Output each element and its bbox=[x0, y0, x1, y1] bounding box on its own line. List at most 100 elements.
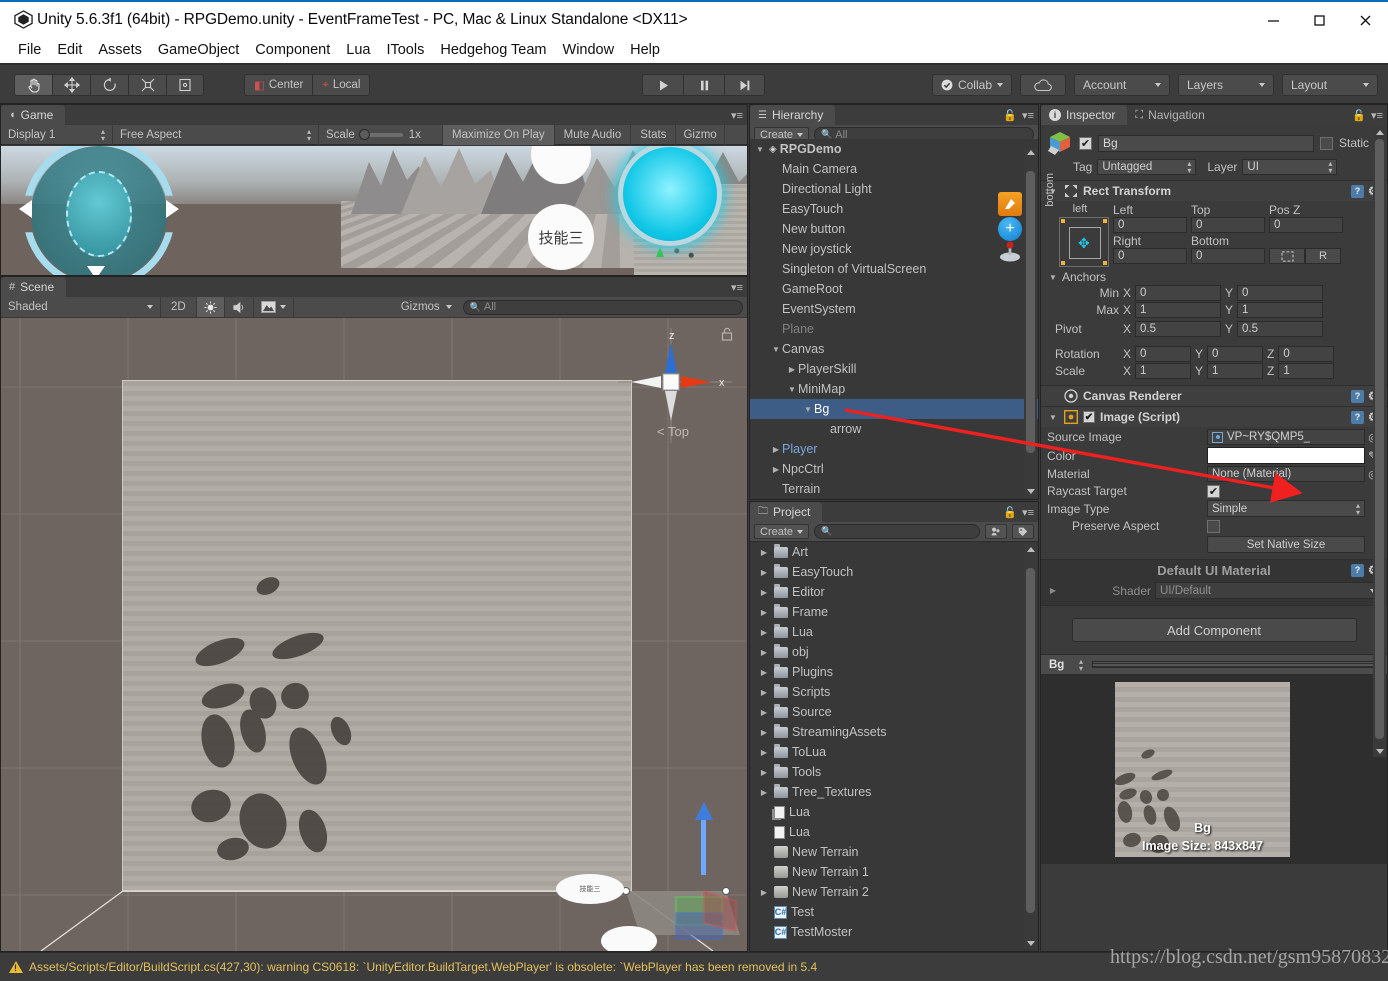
project-create-button[interactable]: Create bbox=[754, 524, 810, 539]
canvas-renderer-header[interactable]: ▼ Canvas Renderer ?⚙ bbox=[1041, 386, 1387, 406]
expand-arrow-icon[interactable]: ▶ bbox=[758, 668, 770, 677]
posz-input[interactable]: 0 bbox=[1269, 217, 1343, 233]
anchor-max-x-input[interactable]: 1 bbox=[1135, 302, 1222, 318]
menu-item-edit[interactable]: Edit bbox=[49, 40, 90, 60]
scroll-down-arrow[interactable] bbox=[1027, 489, 1035, 494]
hierarchy-item[interactable]: ▼ Bg bbox=[750, 399, 1038, 419]
hierarchy-item[interactable]: ▶ PlayerSkill bbox=[750, 359, 1038, 379]
collapse-arrow-icon[interactable]: ▼ bbox=[1047, 413, 1059, 422]
expand-arrow-icon[interactable]: ▶ bbox=[758, 748, 770, 757]
lock-icon[interactable]: 🔓 bbox=[1003, 109, 1017, 122]
project-item[interactable]: ▶ Lua bbox=[750, 622, 1038, 642]
anchor-max-y-input[interactable]: 1 bbox=[1237, 302, 1324, 318]
hierarchy-item[interactable]: ▶Singleton of VirtualScreen bbox=[750, 259, 1038, 279]
display-dropdown[interactable]: Display 1 ▴ ▾ bbox=[1, 124, 113, 145]
shader-dropdown[interactable]: UI/Default bbox=[1155, 582, 1381, 599]
hand-tool-button[interactable] bbox=[14, 74, 52, 96]
hierarchy-item[interactable]: ▶EventSystem bbox=[750, 299, 1038, 319]
lock-icon[interactable]: 🔓 bbox=[1003, 506, 1017, 519]
project-item[interactable]: ▶C#TestMoster bbox=[750, 922, 1038, 942]
expand-arrow-icon[interactable]: ▶ bbox=[786, 365, 798, 374]
scene-gizmos-dropdown[interactable]: Gizmos bbox=[394, 297, 459, 317]
scale-slider[interactable]: Scale 1x bbox=[319, 124, 443, 145]
project-scrollbar[interactable] bbox=[1024, 544, 1037, 949]
project-item[interactable]: ▶ Editor bbox=[750, 582, 1038, 602]
step-button[interactable] bbox=[724, 74, 765, 96]
close-button[interactable] bbox=[1342, 2, 1388, 38]
hierarchy-item[interactable]: ▼ ◈ RPGDemo bbox=[750, 139, 1038, 159]
hierarchy-item[interactable]: ▼ MiniMap bbox=[750, 379, 1038, 399]
help-icon[interactable]: ? bbox=[1351, 184, 1364, 198]
hierarchy-item[interactable]: ▶GameRoot bbox=[750, 279, 1038, 299]
hierarchy-menu-icon[interactable]: ▾≡ bbox=[1022, 109, 1034, 122]
expand-arrow-icon[interactable]: ▶ bbox=[770, 445, 782, 454]
image-type-dropdown[interactable]: Simple ▴ ▾ bbox=[1207, 500, 1365, 517]
skill-button-three[interactable]: 技能三 bbox=[528, 204, 594, 270]
filter-by-type-button[interactable] bbox=[985, 524, 1007, 539]
rotate-tool-button[interactable] bbox=[90, 74, 128, 96]
scene-render-surface[interactable]: 技能三 z x < Top bbox=[1, 318, 747, 951]
expand-arrow-icon[interactable]: ▶ bbox=[758, 628, 770, 637]
lighting-toggle[interactable] bbox=[196, 297, 225, 317]
hierarchy-item[interactable]: ▶Directional Light bbox=[750, 179, 1038, 199]
source-image-field[interactable]: VP~RY$QMP5_ bbox=[1207, 429, 1365, 445]
anchors-collapse-icon[interactable]: ▼ bbox=[1047, 273, 1059, 282]
scroll-down-arrow[interactable] bbox=[1027, 941, 1035, 946]
project-item[interactable]: ▶ Art bbox=[750, 542, 1038, 562]
scroll-up-arrow[interactable] bbox=[1376, 130, 1384, 135]
tab-project[interactable]: 🗀 Project bbox=[750, 502, 823, 522]
scale-x-input[interactable]: 1 bbox=[1135, 363, 1192, 379]
project-item[interactable]: ▶ Scripts bbox=[750, 682, 1038, 702]
scene-orientation-gizmo[interactable]: z x < Top bbox=[615, 325, 735, 455]
project-menu-icon[interactable]: ▾≡ bbox=[1022, 506, 1034, 519]
collapse-arrow-icon[interactable]: ▼ bbox=[754, 145, 766, 154]
tab-inspector[interactable]: i Inspector bbox=[1041, 105, 1128, 125]
left-input[interactable]: 0 bbox=[1113, 217, 1187, 233]
hierarchy-item[interactable]: ▶arrow bbox=[750, 419, 1038, 439]
scroll-up-arrow[interactable] bbox=[1027, 547, 1035, 552]
material-block-header[interactable]: Default UI Material ?⚙ bbox=[1041, 560, 1387, 580]
maximize-button[interactable] bbox=[1296, 2, 1342, 38]
menu-item-component[interactable]: Component bbox=[247, 40, 338, 60]
project-item[interactable]: ▶ Tools bbox=[750, 762, 1038, 782]
maximize-on-play-toggle[interactable]: Maximize On Play bbox=[443, 124, 555, 145]
collapse-arrow-icon[interactable]: ▼ bbox=[770, 345, 782, 354]
game-view-menu[interactable]: ▾≡ bbox=[731, 109, 743, 122]
top-input[interactable]: 0 bbox=[1191, 217, 1265, 233]
effects-toggle[interactable] bbox=[254, 297, 294, 317]
menu-item-hedgehog-team[interactable]: Hedgehog Team bbox=[432, 40, 554, 60]
set-native-size-button[interactable]: Set Native Size bbox=[1207, 536, 1365, 553]
project-item[interactable]: ▶ StreamingAssets bbox=[750, 722, 1038, 742]
add-component-button[interactable]: Add Component bbox=[1071, 618, 1357, 642]
menu-item-itools[interactable]: ITools bbox=[378, 40, 432, 60]
scene-view-menu[interactable]: ▾≡ bbox=[731, 281, 743, 294]
bottom-input[interactable]: 0 bbox=[1191, 248, 1265, 264]
minimize-button[interactable] bbox=[1250, 2, 1296, 38]
hierarchy-item[interactable]: ▶Main Camera bbox=[750, 159, 1038, 179]
stats-toggle[interactable]: Stats bbox=[631, 124, 677, 145]
tag-dropdown[interactable]: Untagged ▴ ▾ bbox=[1097, 159, 1197, 175]
project-search-input[interactable]: 🔍 bbox=[814, 524, 980, 539]
gizmos-dropdown[interactable]: Gizmo bbox=[676, 124, 725, 145]
project-item[interactable]: ▶ Source bbox=[750, 702, 1038, 722]
hierarchy-item[interactable]: ▶ NpcCtrl bbox=[750, 459, 1038, 479]
hierarchy-item[interactable]: ▶Terrain bbox=[750, 479, 1038, 499]
toggle-2d[interactable]: 2D bbox=[161, 297, 197, 317]
menu-item-file[interactable]: File bbox=[10, 40, 49, 60]
pivot-x-input[interactable]: 0.5 bbox=[1135, 321, 1222, 337]
help-icon[interactable]: ? bbox=[1351, 410, 1364, 424]
audio-toggle[interactable] bbox=[225, 297, 254, 317]
project-item[interactable]: ▶C#Test bbox=[750, 902, 1038, 922]
scale-y-input[interactable]: 1 bbox=[1207, 363, 1264, 379]
rotation-y-input[interactable]: 0 bbox=[1207, 346, 1264, 362]
scroll-up-arrow[interactable] bbox=[1027, 150, 1035, 155]
expand-arrow-icon[interactable]: ▶ bbox=[758, 708, 770, 717]
material-field[interactable]: None (Material) bbox=[1207, 466, 1365, 482]
help-icon[interactable]: ? bbox=[1351, 563, 1364, 577]
hierarchy-item[interactable]: ▶New button bbox=[750, 219, 1038, 239]
expand-arrow-icon[interactable]: ▶ bbox=[770, 465, 782, 474]
expand-arrow-icon[interactable]: ▶ bbox=[758, 568, 770, 577]
help-icon[interactable]: ? bbox=[1351, 389, 1364, 403]
image-component-header[interactable]: ▼ ✔ Image (Script) ?⚙ bbox=[1041, 407, 1387, 427]
rect-transform-header[interactable]: ▼ Rect Transform ? ⚙ bbox=[1041, 181, 1387, 201]
